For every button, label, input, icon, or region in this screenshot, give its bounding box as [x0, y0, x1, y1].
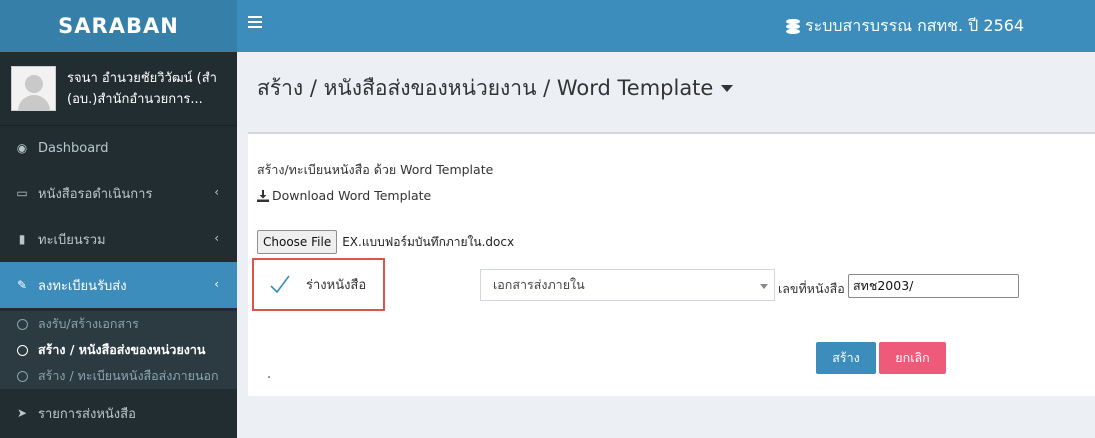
book-icon: ▮	[18, 232, 26, 246]
sidebar-item-pending[interactable]: ▭ หนังสือรอดำเนินการ ‹	[0, 170, 237, 216]
avatar	[11, 66, 56, 111]
download-icon	[257, 189, 269, 202]
sidebar-item-label: Dashboard	[38, 140, 109, 156]
document-type-value: เอกสารส่งภายใน	[493, 277, 585, 292]
divider-dot	[268, 376, 270, 378]
doc-number-field[interactable]: สทช2003/	[848, 274, 1019, 298]
user-name: รจนา อำนวยชัยวิวัฒน์ (สำ	[67, 70, 217, 86]
submenu: ลงรับ/สร้างเอกสาร สร้าง / หนังสือส่งของห…	[0, 311, 237, 389]
top-navbar: ระบบสารบรรณ กสทช. ปี 2564	[237, 0, 1095, 52]
create-button[interactable]: สร้าง	[816, 342, 876, 374]
doc-number-label: เลขที่หนังสือ	[778, 281, 845, 296]
submenu-item-create-external[interactable]: สร้าง / ทะเบียนหนังสือส่งภายนอก	[0, 363, 237, 389]
user-unit: (อบ.)สำนักอำนวยการ...	[67, 91, 203, 107]
database-icon	[786, 18, 800, 35]
chevron-left-icon: ‹	[214, 277, 219, 291]
user-panel: รจนา อำนวยชัยวิวัฒน์ (สำ (อบ.)สำนักอำนวย…	[0, 52, 237, 126]
sidebar-item-label: หนังสือรอดำเนินการ	[38, 186, 153, 202]
draft-highlight: ร่างหนังสือ	[252, 258, 385, 311]
sidebar-item-dashboard[interactable]: ◉ Dashboard	[0, 126, 237, 170]
submenu-label: สร้าง / ทะเบียนหนังสือส่งภายนอก	[38, 368, 219, 383]
circle-icon	[17, 318, 28, 330]
edit-icon: ✎	[16, 278, 28, 292]
system-title-text: ระบบสารบรรณ กสทช. ปี 2564	[805, 16, 1025, 35]
file-input[interactable]: Choose File EX.แบบฟอร์มบันทึกภายใน.docx	[257, 230, 514, 254]
sidebar-item-label: ลงทะเบียนรับส่ง	[38, 278, 127, 294]
page-title-text: สร้าง / หนังสือส่งของหน่วยงาน / Word Tem…	[257, 76, 714, 100]
draft-checkbox-label: ร่างหนังสือ	[306, 278, 367, 293]
form-intro: สร้าง/ทะเบียนหนังสือ ด้วย Word Template	[257, 162, 494, 177]
submenu-label: สร้าง / หนังสือส่งของหน่วยงาน	[38, 342, 206, 357]
menu-toggle-icon[interactable]	[248, 16, 262, 31]
document-type-select[interactable]: เอกสารส่งภายใน	[480, 269, 775, 301]
choose-file-button[interactable]: Choose File	[257, 230, 338, 254]
form-panel: สร้าง/ทะเบียนหนังสือ ด้วย Word Template …	[248, 132, 1095, 396]
download-label: Download Word Template	[272, 188, 432, 203]
submenu-item-receive[interactable]: ลงรับ/สร้างเอกสาร	[0, 311, 237, 337]
caret-down-icon[interactable]	[721, 85, 734, 92]
chevron-left-icon: ‹	[214, 231, 219, 245]
sidebar-item-register-send[interactable]: ✎ ลงทะเบียนรับส่ง ‹	[0, 262, 237, 308]
circle-icon	[17, 370, 28, 382]
page-title[interactable]: สร้าง / หนังสือส่งของหน่วยงาน / Word Tem…	[257, 72, 734, 105]
sidebar-item-label: รายการส่งหนังสือ	[38, 406, 136, 422]
chevron-left-icon: ‹	[214, 185, 219, 199]
app-logo[interactable]: SARABAN	[0, 0, 237, 52]
cancel-button[interactable]: ยกเลิก	[879, 342, 946, 374]
inbox-icon: ▭	[16, 186, 28, 200]
download-template-link[interactable]: Download Word Template	[257, 188, 431, 203]
submenu-item-create-unit[interactable]: สร้าง / หนังสือส่งของหน่วยงาน	[0, 337, 237, 363]
circle-icon	[17, 344, 28, 356]
sidebar-item-registry[interactable]: ▮ ทะเบียนรวม ‹	[0, 216, 237, 262]
sidebar-item-send-list[interactable]: ➤ รายการส่งหนังสือ	[0, 393, 237, 433]
checkmark-icon[interactable]	[270, 274, 290, 294]
send-icon: ➤	[16, 406, 28, 420]
submenu-label: ลงรับ/สร้างเอกสาร	[38, 316, 139, 331]
user-info: รจนา อำนวยชัยวิวัฒน์ (สำ (อบ.)สำนักอำนวย…	[67, 68, 237, 110]
sidebar: SARABAN รจนา อำนวยชัยวิวัฒน์ (สำ (อบ.)สำ…	[0, 0, 237, 438]
file-name: EX.แบบฟอร์มบันทึกภายใน.docx	[342, 234, 515, 249]
chevron-down-icon	[760, 284, 768, 289]
sidebar-item-label: ทะเบียนรวม	[38, 232, 106, 248]
system-title: ระบบสารบรรณ กสทช. ปี 2564	[786, 14, 1024, 39]
dashboard-icon: ◉	[16, 141, 28, 155]
